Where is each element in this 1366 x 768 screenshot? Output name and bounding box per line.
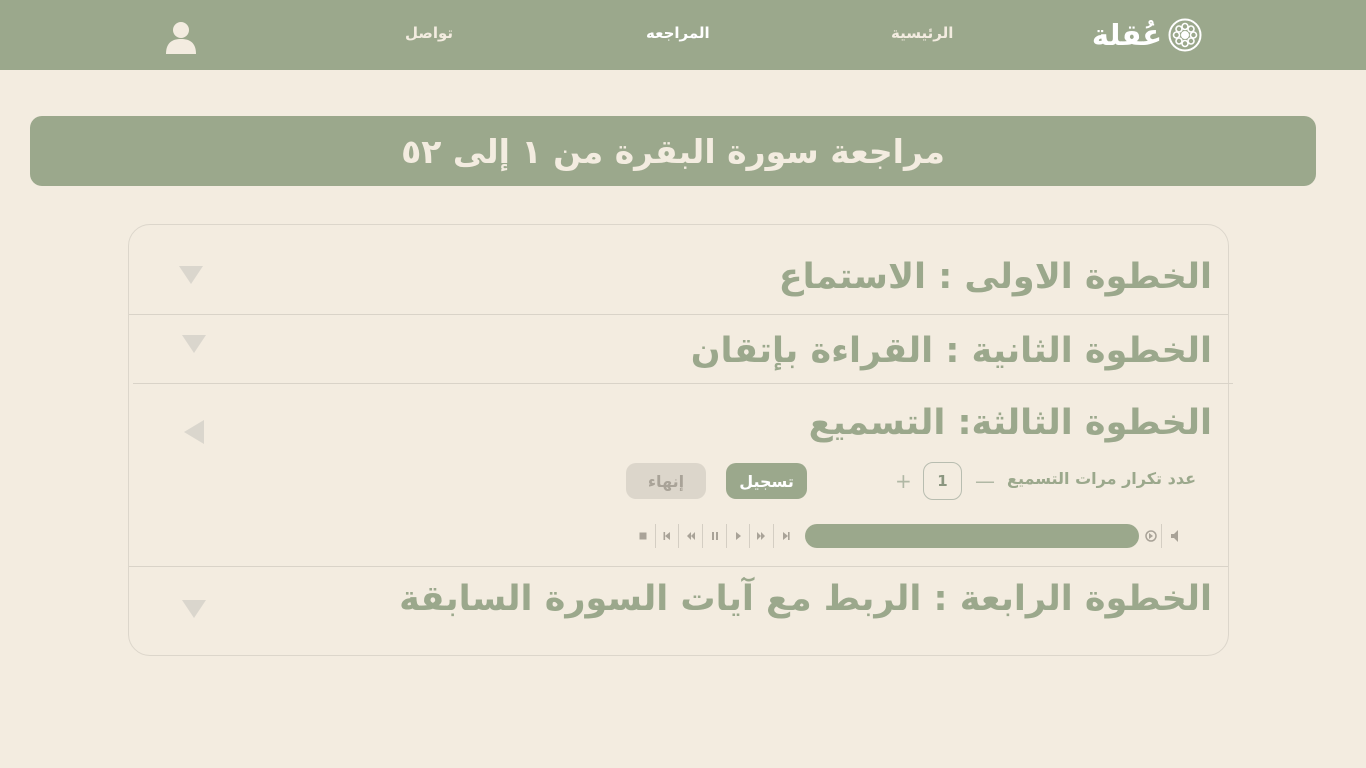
decrement-button[interactable]: —	[975, 469, 995, 493]
replay-icon[interactable]	[1140, 525, 1162, 547]
increment-button[interactable]: +	[895, 469, 912, 493]
expand-arrow-icon[interactable]	[179, 266, 203, 284]
control-separator	[678, 524, 679, 548]
nav-home-link[interactable]: الرئيسية	[891, 24, 953, 42]
control-separator	[726, 524, 727, 548]
step-1-title[interactable]: الخطوة الاولى : الاستماع	[779, 257, 1212, 297]
step-divider	[129, 566, 1228, 567]
expand-arrow-icon[interactable]	[182, 335, 206, 353]
control-separator	[702, 524, 703, 548]
rosette-logo-icon	[1168, 18, 1202, 52]
repeat-count-label: عدد تكرار مرات التسميع	[1007, 469, 1196, 488]
user-avatar-icon[interactable]	[164, 20, 198, 54]
nav-contact-link[interactable]: تواصل	[405, 24, 453, 42]
step-3-title[interactable]: الخطوة الثالثة: التسميع	[809, 403, 1212, 443]
page-title: مراجعة سورة البقرة من ١ إلى ٥٢	[401, 131, 945, 171]
collapse-arrow-icon[interactable]	[184, 420, 204, 444]
repeat-count-value[interactable]: 1	[923, 462, 962, 500]
pause-icon[interactable]	[704, 525, 726, 547]
fast-forward-icon[interactable]	[750, 525, 772, 547]
rewind-icon[interactable]	[680, 525, 702, 547]
audio-progress-bar[interactable]	[805, 524, 1139, 548]
navbar: عُقلة الرئيسية المراجعه تواصل	[0, 0, 1366, 70]
control-separator	[773, 524, 774, 548]
skip-start-icon[interactable]	[656, 525, 678, 547]
expand-arrow-icon[interactable]	[182, 600, 206, 618]
logo[interactable]: عُقلة	[1090, 14, 1202, 56]
nav-review-link[interactable]: المراجعه	[646, 24, 710, 42]
step-divider	[129, 314, 1228, 315]
step-4-title[interactable]: الخطوة الرابعة : الربط مع آيات السورة ال…	[399, 579, 1212, 619]
stop-icon[interactable]	[632, 525, 654, 547]
steps-accordion: الخطوة الاولى : الاستماع الخطوة الثانية …	[128, 224, 1233, 656]
play-icon[interactable]	[727, 525, 749, 547]
record-button[interactable]: تسجيل	[726, 463, 807, 499]
title-banner: مراجعة سورة البقرة من ١ إلى ٥٢	[30, 116, 1316, 186]
control-separator	[749, 524, 750, 548]
skip-end-icon[interactable]	[775, 525, 797, 547]
finish-button[interactable]: إنهاء	[626, 463, 706, 499]
control-separator	[655, 524, 656, 548]
mute-icon[interactable]	[1164, 525, 1186, 547]
step-divider	[133, 383, 1233, 384]
step-2-title[interactable]: الخطوة الثانية : القراءة بإتقان	[691, 331, 1212, 371]
logo-text: عُقلة	[1091, 17, 1162, 52]
